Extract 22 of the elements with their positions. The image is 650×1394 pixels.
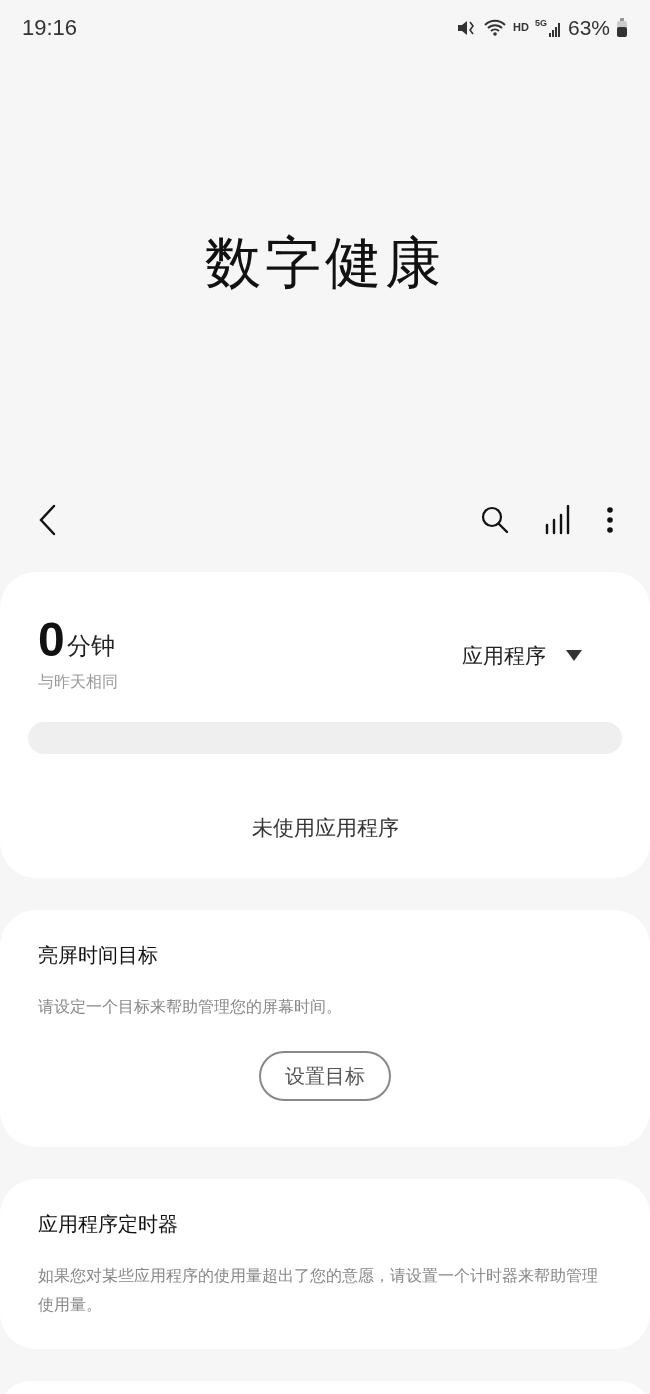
search-icon[interactable]: [480, 505, 510, 535]
card-title: 应用程序定时器: [38, 1212, 179, 1237]
statistics-icon[interactable]: [544, 505, 572, 535]
dropdown-caret-icon: [566, 649, 582, 662]
card-description: 如果您对某些应用程序的使用量超出了您的意愿，请设置一个计时器来帮助管理使用量。: [38, 1266, 599, 1315]
usage-unit: 分钟: [66, 631, 115, 661]
comparison-text: 与昨天相同: [38, 672, 118, 692]
status-time: 19:16: [22, 14, 78, 42]
page-title: 数字健康: [205, 229, 445, 296]
battery-percent: 63%: [567, 14, 610, 41]
back-icon[interactable]: [38, 504, 58, 536]
wifi-icon: [483, 17, 508, 38]
empty-message: 未使用应用程序: [250, 815, 400, 841]
card-title: 亮屏时间目标: [38, 943, 159, 968]
more-options-icon[interactable]: [606, 506, 614, 534]
set-goal-button[interactable]: 设置目标: [259, 1051, 391, 1101]
hd-label: HD: [513, 20, 529, 36]
usage-value: 0: [38, 616, 65, 664]
network-label: 5G: [534, 18, 547, 28]
battery-icon: [616, 17, 628, 38]
card-description: 请设定一个目标来帮助管理您的屏幕时间。: [38, 997, 343, 1017]
filter-dropdown[interactable]: 应用程序: [462, 640, 582, 672]
